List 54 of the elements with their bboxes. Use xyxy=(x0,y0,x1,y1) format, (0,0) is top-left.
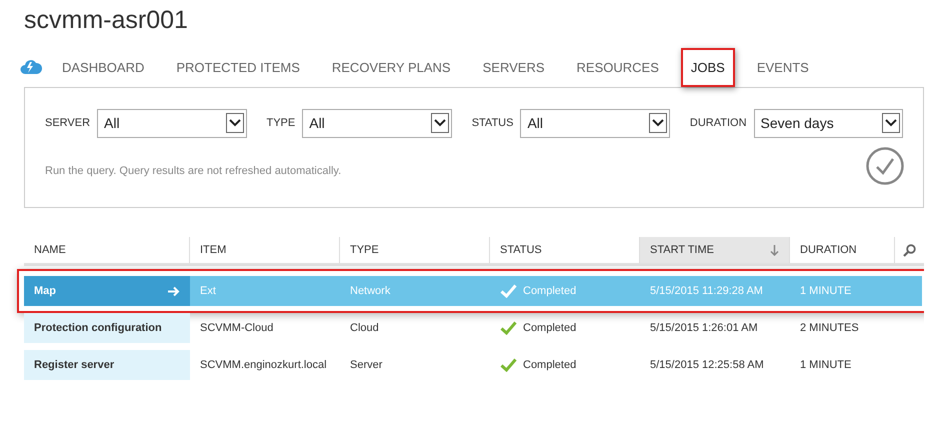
filter-dropdown[interactable]: All xyxy=(302,108,452,138)
table-cell: 5/15/2015 12:25:58 AM xyxy=(650,359,764,371)
search-icon[interactable] xyxy=(903,244,916,256)
filter-label: SERVER xyxy=(45,117,90,129)
page-title: scvmm-asr001 xyxy=(24,6,188,35)
cloud-bolt-icon[interactable] xyxy=(20,59,42,75)
job-row[interactable]: Protection configuration SCVMM-Cloud Cloud Completed 5/15/2015 1:26:01 AM 2 MINUTES xyxy=(24,313,922,343)
table-cell: Register server xyxy=(34,359,114,371)
table-cell: Completed xyxy=(523,359,576,371)
table-cell: Network xyxy=(350,285,390,297)
table-cell: 5/15/2015 11:29:28 AM xyxy=(650,285,763,297)
table-cell: Protection configuration xyxy=(34,322,162,334)
dropdown-caret-icon[interactable] xyxy=(648,113,667,133)
table-cell: Server xyxy=(350,359,382,371)
table-cell: SCVMM.enginozkurt.local xyxy=(200,359,327,371)
nav-tab[interactable]: PROTECTED ITEMS xyxy=(172,54,304,80)
table-cell: Completed xyxy=(523,322,576,334)
check-icon xyxy=(500,321,517,335)
check-icon xyxy=(500,358,517,372)
table-cell: Completed xyxy=(523,285,576,297)
table-cell: Cloud xyxy=(350,322,379,334)
query-note: Run the query. Query results are not refreshed automatically. xyxy=(45,165,342,177)
column-header[interactable]: ITEM xyxy=(190,237,340,263)
nav-tab[interactable]: SERVERS xyxy=(478,54,549,80)
column-header[interactable]: NAME xyxy=(24,237,190,263)
nav-tab[interactable]: RESOURCES xyxy=(572,54,663,80)
filter-dropdown[interactable]: All xyxy=(97,108,246,138)
dropdown-caret-icon[interactable] xyxy=(226,113,244,133)
table-cell: 5/15/2015 1:26:01 AM xyxy=(650,322,758,334)
nav-tab[interactable]: DASHBOARD xyxy=(58,54,148,80)
dropdown-caret-icon[interactable] xyxy=(882,113,900,133)
sort-down-arrow-icon xyxy=(770,244,779,256)
nav-tab[interactable]: EVENTS xyxy=(752,54,813,80)
nav-tab[interactable]: RECOVERY PLANS xyxy=(328,54,455,80)
column-header[interactable]: DURATION xyxy=(790,237,895,263)
table-cell: Map xyxy=(34,285,56,297)
filter-label: DURATION xyxy=(690,117,747,129)
table-cell: 1 MINUTE xyxy=(800,285,852,297)
table-cell: Ext xyxy=(200,285,216,297)
filter-label: TYPE xyxy=(266,117,296,129)
column-header[interactable]: START TIME xyxy=(640,237,790,263)
table-cell: 2 MINUTES xyxy=(800,322,859,334)
run-query-check-icon[interactable] xyxy=(865,146,905,186)
column-header[interactable]: TYPE xyxy=(340,237,490,263)
nav-tab[interactable]: JOBS xyxy=(686,54,729,80)
right-arrow-icon xyxy=(168,286,180,296)
filter-dropdown[interactable]: Seven days xyxy=(754,108,903,138)
job-row[interactable]: Register server SCVMM.enginozkurt.local Server Completed 5/15/2015 12:25:58 AM 1 MINUTE xyxy=(24,350,922,380)
table-cell: SCVMM-Cloud xyxy=(200,322,274,334)
table-cell: 1 MINUTE xyxy=(800,359,852,371)
filter-dropdown[interactable]: All xyxy=(520,108,670,138)
filter-label: STATUS xyxy=(472,117,514,129)
check-icon xyxy=(500,284,517,298)
dropdown-caret-icon[interactable] xyxy=(430,113,449,133)
